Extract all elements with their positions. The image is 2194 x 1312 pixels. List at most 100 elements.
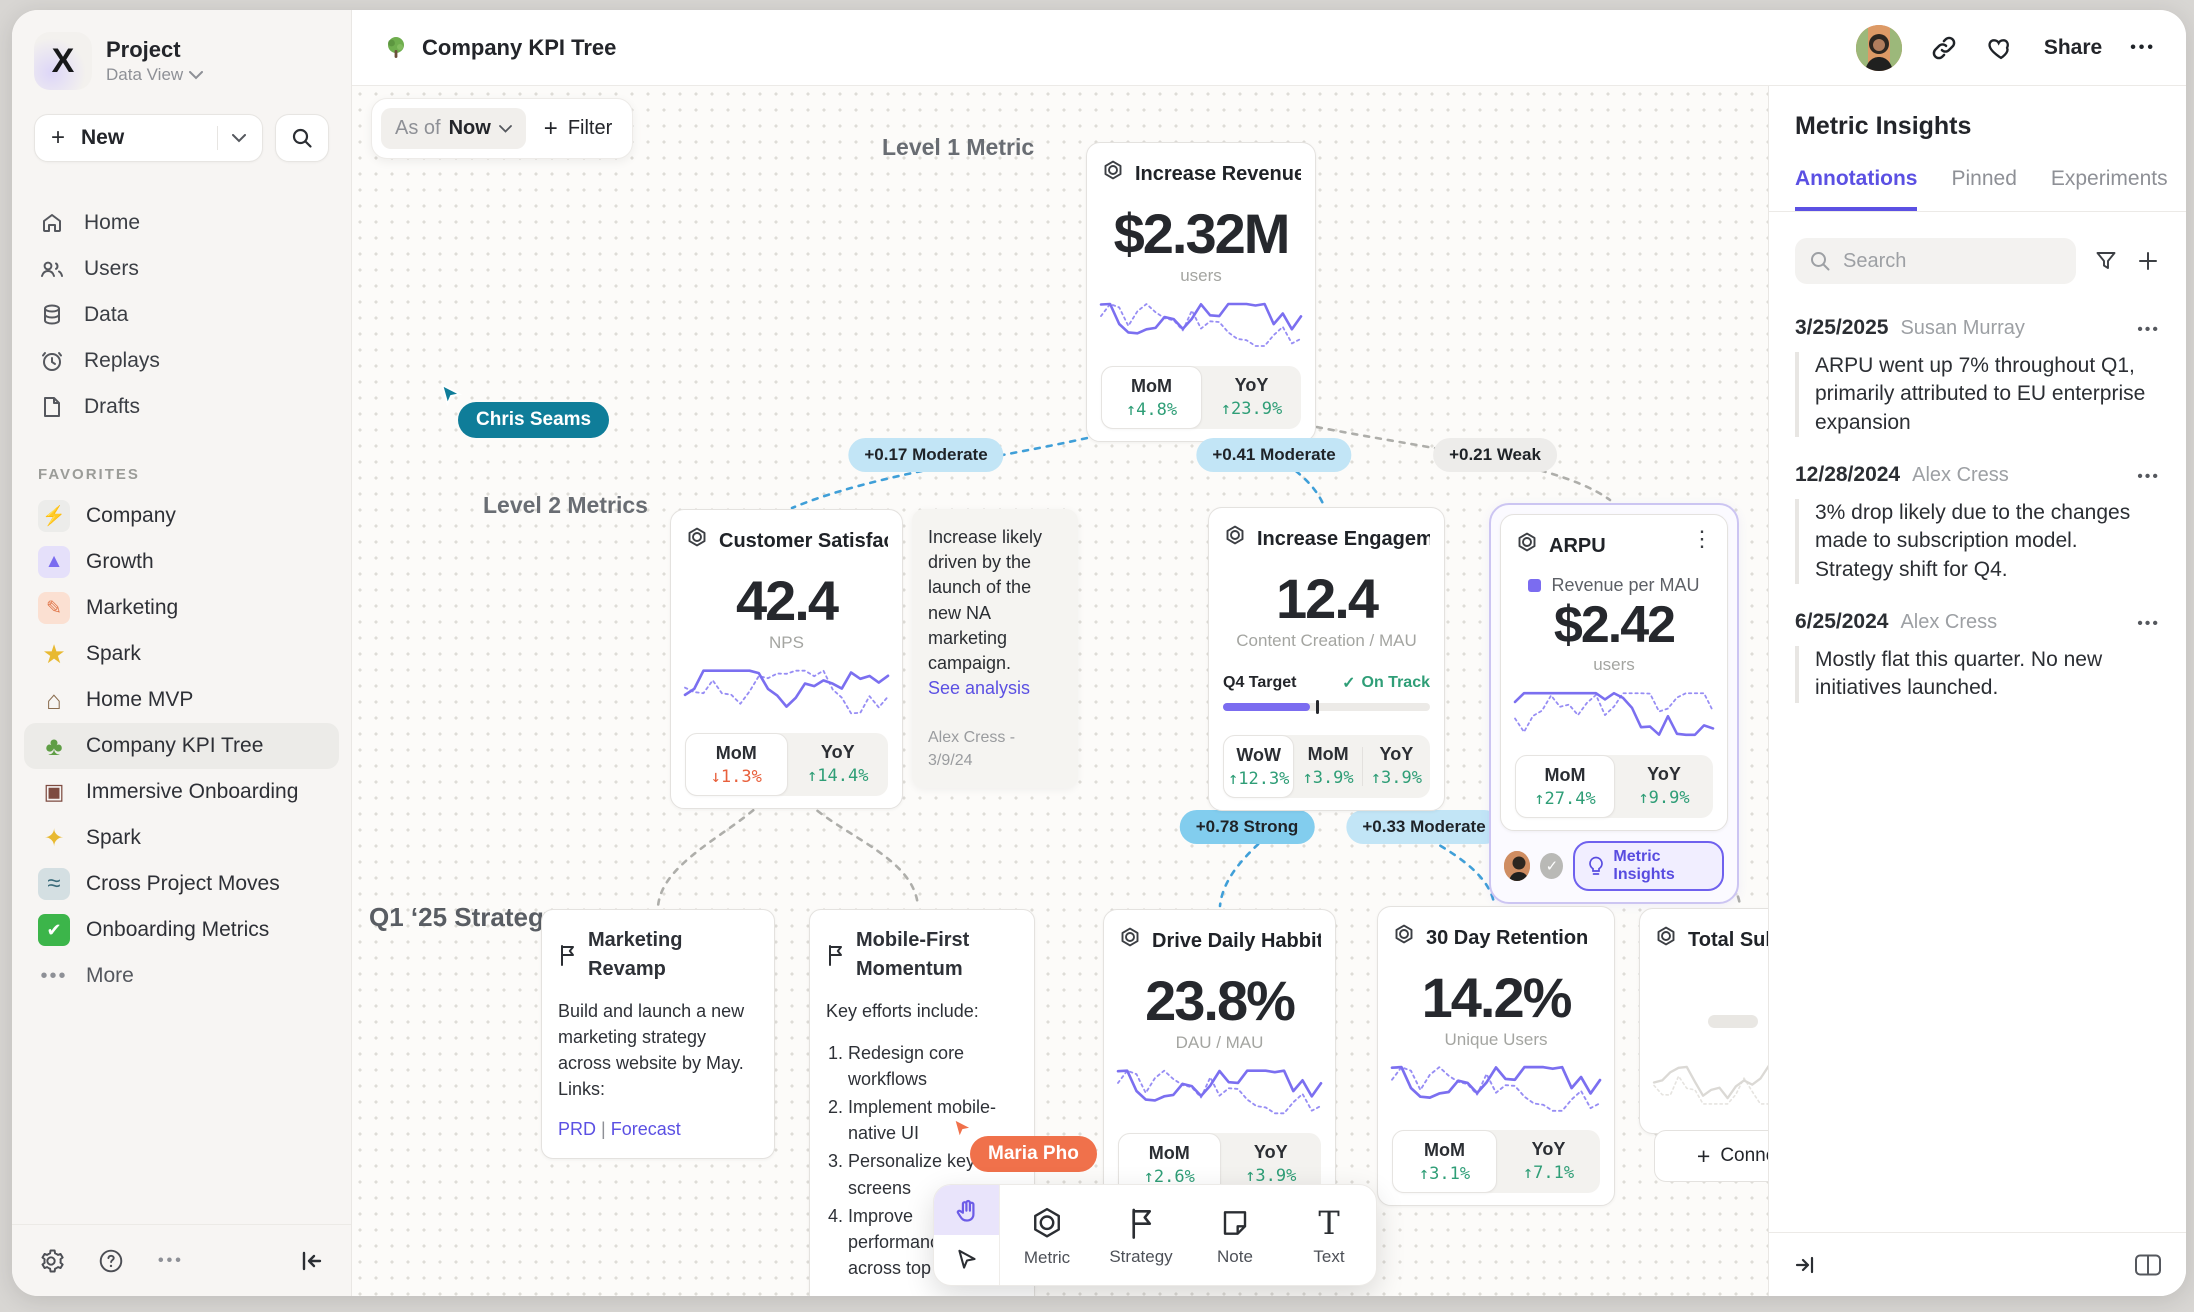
- strategy-card-marketing-revamp[interactable]: Marketing Revamp Build and launch a new …: [541, 909, 775, 1159]
- chevron-down-icon[interactable]: [232, 134, 246, 143]
- goal-icon: [1515, 531, 1539, 561]
- sidebar-item-immersive-onboarding[interactable]: ▣ Immersive Onboarding: [24, 769, 339, 815]
- sidebar-item-marketing[interactable]: ✎ Marketing: [24, 585, 339, 631]
- share-button[interactable]: Share: [2044, 36, 2102, 60]
- metric-card-30-day-retention[interactable]: 30 Day Retention 14.2% Unique Users MoM↑…: [1377, 906, 1615, 1206]
- pencil-icon: ✎: [38, 592, 70, 624]
- metric-value: 14.2%: [1392, 969, 1600, 1028]
- text-tool-button[interactable]: T Text: [1282, 1185, 1376, 1285]
- forecast-link[interactable]: Forecast: [611, 1119, 681, 1139]
- user-avatar[interactable]: [1856, 25, 1902, 71]
- topbar: Company KPI Tree Share •••: [352, 10, 2186, 86]
- settings-button[interactable]: [38, 1248, 64, 1274]
- annotations-search[interactable]: [1795, 238, 2076, 284]
- metric-card-arpu[interactable]: ARPU ⋮ Revenue per MAU $2.42 users MoM↑2…: [1500, 514, 1728, 831]
- flag-icon: [558, 944, 578, 966]
- clock-icon: [38, 349, 66, 373]
- page-title: Company KPI Tree: [382, 34, 616, 62]
- annotation-item[interactable]: 6/25/2024 Alex Cress ••• Mostly flat thi…: [1769, 588, 2186, 707]
- annotation-item[interactable]: 12/28/2024 Alex Cress ••• 3% drop likely…: [1769, 441, 2186, 588]
- sidebar-item-data[interactable]: Data: [24, 292, 339, 338]
- star-icon: ★: [38, 638, 70, 670]
- sidebar-item-users[interactable]: Users: [24, 246, 339, 292]
- filter-button[interactable]: + Filter: [544, 115, 612, 143]
- sidebar-item-spark[interactable]: ★ Spark: [24, 631, 339, 677]
- target-label: Q4 Target: [1223, 674, 1297, 692]
- sidebar-item-company[interactable]: ⚡ Company: [24, 493, 339, 539]
- annotation-item[interactable]: 3/25/2025 Susan Murray ••• ARPU went up …: [1769, 294, 2186, 441]
- chevron-down-icon: [499, 125, 512, 133]
- metric-card-increase-revenue[interactable]: Increase Revenue $2.32M users MoM↑4.8% Y…: [1086, 142, 1316, 442]
- goal-icon: [1101, 159, 1125, 189]
- annotation-menu-button[interactable]: •••: [2137, 615, 2160, 633]
- annotation-menu-button[interactable]: •••: [2137, 468, 2160, 486]
- home-icon: [38, 211, 66, 235]
- stat-yoy: YoY↑23.9%: [1202, 366, 1301, 429]
- sidebar-item-onboarding-metrics[interactable]: ✔ Onboarding Metrics: [24, 907, 339, 953]
- metric-card-customer-satisfaction[interactable]: Customer Satisfaction 42.4 NPS MoM↓1.3% …: [670, 509, 903, 809]
- strategy-tool-button[interactable]: Strategy: [1094, 1185, 1188, 1285]
- new-button[interactable]: + New: [34, 114, 263, 162]
- metric-value: $2.42: [1515, 598, 1713, 653]
- select-tool-button[interactable]: [934, 1235, 999, 1285]
- help-button[interactable]: [98, 1248, 124, 1274]
- metric-card-arpu-selection[interactable]: ARPU ⋮ Revenue per MAU $2.42 users MoM↑2…: [1489, 503, 1739, 904]
- sparkline: [685, 661, 888, 723]
- prd-link[interactable]: PRD: [558, 1119, 596, 1139]
- collapse-sidebar-button[interactable]: [299, 1249, 325, 1273]
- copy-link-button[interactable]: [1930, 34, 1958, 62]
- text-icon: T: [1318, 1207, 1339, 1239]
- database-icon: [38, 303, 66, 327]
- link-icon: [1930, 34, 1958, 62]
- series-legend: Revenue per MAU: [1515, 575, 1713, 596]
- hand-tool-button[interactable]: [934, 1185, 999, 1235]
- sidebar-item-replays[interactable]: Replays: [24, 338, 339, 384]
- sidebar-item-growth[interactable]: ▲ Growth: [24, 539, 339, 585]
- filter-annotations-button[interactable]: [2094, 249, 2118, 273]
- sidebar-item-cross-project-moves[interactable]: ≈ Cross Project Moves: [24, 861, 339, 907]
- annotation-menu-button[interactable]: •••: [2137, 321, 2160, 339]
- metric-value: 42.4: [685, 572, 888, 631]
- sidebar-item-drafts[interactable]: Drafts: [24, 384, 339, 430]
- metric-card-increase-engagement[interactable]: Increase Engagement 12.4 Content Creatio…: [1208, 507, 1445, 811]
- metric-card-total-subscriptions[interactable]: Total Subscript +Connect: [1639, 908, 1769, 1134]
- sidebar-item-spark-2[interactable]: ✦ Spark: [24, 815, 339, 861]
- stat-mom: MoM↓1.3%: [685, 733, 788, 796]
- workspace-view-dropdown[interactable]: Data View: [106, 65, 203, 85]
- card-menu-button[interactable]: ⋮: [1691, 529, 1713, 549]
- sidebar-item-more[interactable]: ••• More: [24, 953, 339, 999]
- metric-tool-button[interactable]: Metric: [1000, 1185, 1094, 1285]
- search-input[interactable]: [1843, 250, 2062, 273]
- hexagon-metric-icon: [1030, 1206, 1064, 1240]
- metric-card-drive-daily-habbits[interactable]: Drive Daily Habbits 23.8% DAU / MAU MoM↑…: [1103, 909, 1336, 1209]
- sidebar-item-company-kpi-tree[interactable]: ♣ Company KPI Tree: [24, 723, 339, 769]
- ellipsis-icon: •••: [38, 960, 70, 992]
- metric-insights-button[interactable]: Metric Insights: [1573, 841, 1724, 891]
- plus-icon: +: [1697, 1143, 1710, 1170]
- note-card[interactable]: Increase likely driven by the launch of …: [912, 509, 1078, 788]
- plus-icon: +: [544, 115, 558, 143]
- connect-data-button[interactable]: +Connect: [1654, 1130, 1769, 1182]
- collapse-panel-button[interactable]: [1793, 1253, 1819, 1277]
- tab-annotations[interactable]: Annotations: [1795, 167, 1917, 211]
- tab-experiments[interactable]: Experiments: [2051, 167, 2168, 211]
- tab-pinned[interactable]: Pinned: [1951, 167, 2016, 211]
- metric-unit: Unique Users: [1392, 1030, 1600, 1050]
- split-view-button[interactable]: [2134, 1253, 2162, 1277]
- kpi-tree-canvas[interactable]: As of Now + Filter Level 1 Metric Level …: [352, 86, 1769, 1296]
- as-of-dropdown[interactable]: As of Now: [381, 108, 526, 149]
- sidebar-item-home[interactable]: Home: [24, 200, 339, 246]
- favorite-button[interactable]: [1986, 34, 2016, 62]
- on-track-status: ✓On Track: [1342, 673, 1430, 693]
- annotation-text: 3% drop likely due to the changes made t…: [1795, 499, 2160, 584]
- sidebar-more-button[interactable]: •••: [158, 1252, 184, 1270]
- sidebar-item-home-mvp[interactable]: ⌂ Home MVP: [24, 677, 339, 723]
- workspace-switcher[interactable]: X Project Data View: [12, 10, 351, 100]
- add-annotation-button[interactable]: [2136, 249, 2160, 273]
- topbar-more-button[interactable]: •••: [2130, 39, 2156, 57]
- note-tool-button[interactable]: Note: [1188, 1185, 1282, 1285]
- sidebar-search-button[interactable]: [275, 114, 329, 162]
- see-analysis-link[interactable]: See analysis: [928, 676, 1062, 701]
- favorites-heading: FAVORITES: [12, 430, 351, 493]
- tree-icon: ♣: [38, 730, 70, 762]
